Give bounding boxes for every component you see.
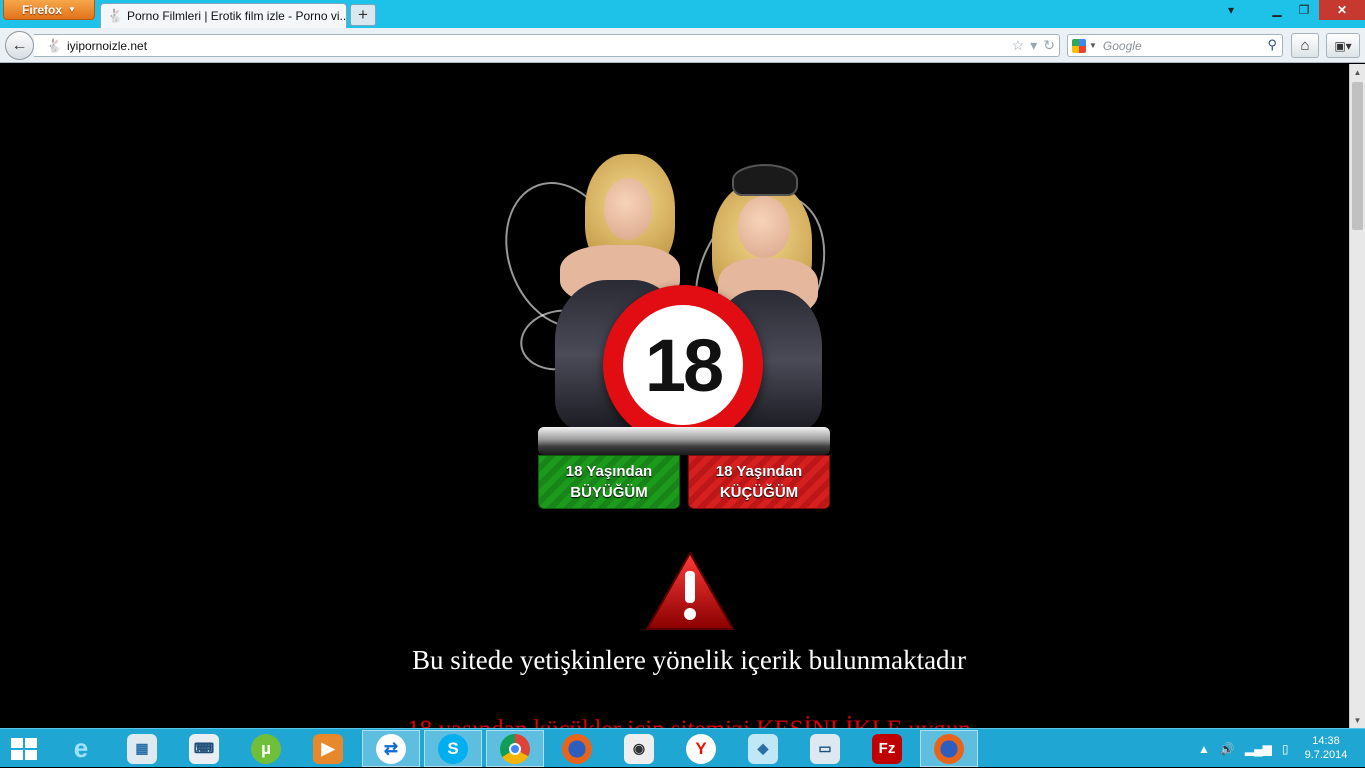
back-arrow-icon: ←: [11, 36, 28, 54]
firefox-menu-button[interactable]: Firefox ▼: [3, 0, 95, 20]
pedestal: [538, 427, 830, 455]
age-gate-banner: 18 18 Yaşından BÜYÜĞÜM 18 Yaşından KÜÇÜĞ…: [485, 150, 851, 518]
tab-list-button[interactable]: ▾: [1218, 0, 1244, 20]
over-18-line2: BÜYÜĞÜM: [570, 484, 648, 501]
system-tray: ▲ 🔊 ▂▄▆ ▯: [1198, 729, 1288, 768]
camera-tool-icon[interactable]: ◉: [610, 730, 668, 767]
site-identity-icon[interactable]: 🐇: [46, 38, 62, 54]
volume-icon[interactable]: 🔊: [1220, 742, 1235, 756]
notes-icon[interactable]: ◆: [734, 730, 792, 767]
minimize-button[interactable]: ▁: [1262, 0, 1292, 20]
clock-time: 14:38: [1312, 735, 1340, 747]
network-signal-icon[interactable]: ▂▄▆: [1245, 742, 1272, 756]
utorrent-icon[interactable]: µ: [237, 730, 295, 767]
firefox-active-icon[interactable]: [920, 730, 978, 767]
site-favicon-icon: 🐇: [107, 8, 124, 23]
tab-title: Porno Filmleri | Erotik film izle - Porn…: [127, 9, 347, 23]
title-bar: Firefox ▼ 🐇 Porno Filmleri | Erotik film…: [0, 0, 1365, 28]
over-18-line1: 18 Yaşından: [565, 463, 653, 480]
history-dropdown-icon[interactable]: ▾: [1030, 37, 1037, 54]
scroll-thumb[interactable]: [1352, 82, 1363, 230]
search-bar[interactable]: ▼ Google ⚲: [1067, 34, 1283, 57]
search-placeholder: Google: [1102, 38, 1142, 53]
system-clock[interactable]: 14:38 9.7.2014: [1296, 734, 1356, 762]
google-engine-icon[interactable]: [1072, 38, 1086, 53]
minor-warning-text: 18 yaşından küçükler için sitemizi KESİN…: [0, 716, 1349, 728]
on-screen-keyboard-icon[interactable]: ⌨: [175, 730, 233, 767]
restore-button[interactable]: ❐: [1290, 0, 1318, 20]
address-bar[interactable]: 🐇 iyipornoizle.net ☆ ▾ ↻: [34, 34, 1060, 57]
adult-content-notice: Bu sitede yetişkinlere yönelik içerik bu…: [411, 645, 967, 675]
scroll-up-icon[interactable]: ▲: [1350, 64, 1365, 80]
age-18-sign: 18: [603, 285, 763, 445]
over-18-button[interactable]: 18 Yaşından BÜYÜĞÜM: [538, 455, 680, 509]
new-tab-button[interactable]: +: [350, 4, 376, 26]
skype-icon[interactable]: S: [424, 730, 482, 767]
under-18-button[interactable]: 18 Yaşından KÜÇÜĞÜM: [688, 455, 830, 509]
url-text: iyipornoizle.net: [67, 38, 148, 53]
home-icon: ⌂: [1300, 37, 1310, 54]
yandex-browser-icon[interactable]: Y: [672, 730, 730, 767]
navigation-bar: 🐇 iyipornoizle.net ☆ ▾ ↻ ← ▼ Google ⚲ ⌂ …: [0, 28, 1365, 63]
page-content: 18 18 Yaşından BÜYÜĞÜM 18 Yaşından KÜÇÜĞ…: [0, 64, 1349, 728]
under-18-line1: 18 Yaşından: [715, 463, 803, 480]
back-button[interactable]: ←: [5, 31, 34, 60]
engine-dropdown-icon[interactable]: ▼: [1089, 41, 1097, 50]
sign-number: 18: [623, 305, 743, 425]
power-icon[interactable]: ▯: [1282, 742, 1289, 756]
bookmarks-button[interactable]: ▣▾: [1326, 33, 1360, 58]
scroll-down-icon[interactable]: ▼: [1350, 712, 1365, 728]
search-icon[interactable]: ⚲: [1267, 37, 1277, 53]
browser-tab[interactable]: 🐇 Porno Filmleri | Erotik film izle - Po…: [100, 3, 347, 28]
windows-start-icon[interactable]: [11, 738, 38, 760]
windows-taskbar: e ▦ ⌨ µ ▶ ⇄ S ◉ Y ◆ ▭ Fz ▲ 🔊 ▂▄▆ ▯ 14:38…: [0, 728, 1365, 767]
under-18-line2: KÜÇÜĞÜM: [719, 484, 799, 501]
page-scrollbar[interactable]: ▲ ▼: [1349, 64, 1365, 728]
home-button[interactable]: ⌂: [1291, 33, 1319, 58]
control-panel-icon[interactable]: ▦: [113, 730, 171, 767]
chrome-icon[interactable]: [486, 730, 544, 767]
filezilla-icon[interactable]: Fz: [858, 730, 916, 767]
bookmark-star-icon[interactable]: ☆: [1012, 37, 1025, 54]
close-window-button[interactable]: ✕: [1319, 0, 1365, 20]
chevron-down-icon: ▼: [68, 5, 76, 14]
warning-icon: [646, 552, 734, 630]
reload-icon[interactable]: ↻: [1043, 37, 1055, 54]
clock-date: 9.7.2014: [1304, 749, 1348, 761]
show-hidden-icons-icon[interactable]: ▲: [1198, 742, 1210, 756]
media-player-icon[interactable]: ▶: [299, 730, 357, 767]
remote-desktop-icon[interactable]: ▭: [796, 730, 854, 767]
bookmarks-icon: ▣▾: [1334, 38, 1352, 53]
teamviewer-icon[interactable]: ⇄: [362, 730, 420, 767]
internet-explorer-icon[interactable]: e: [52, 730, 110, 767]
firefox-menu-label: Firefox: [22, 2, 63, 17]
firefox-icon[interactable]: [548, 730, 606, 767]
